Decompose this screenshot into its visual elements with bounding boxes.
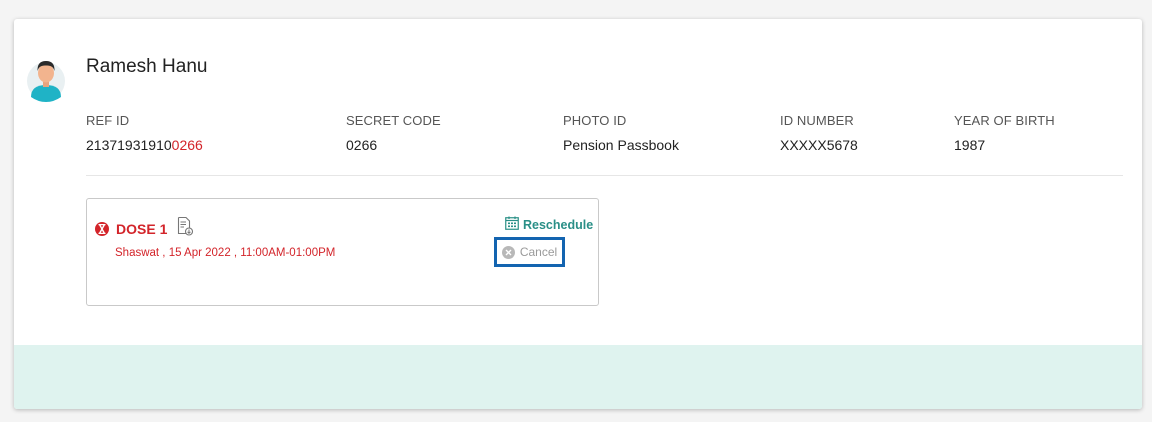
avatar	[26, 47, 66, 103]
cancel-button[interactable]: Cancel	[494, 237, 565, 267]
dose-details: Shaswat , 15 Apr 2022 , 11:00AM-01:00PM	[115, 247, 336, 259]
id-number-value: XXXXX5678	[780, 137, 858, 153]
photo-id-field: PHOTO ID Pension Passbook	[563, 113, 679, 153]
cancel-label: Cancel	[519, 245, 558, 259]
secret-code-label: SECRET CODE	[346, 113, 441, 128]
secret-code-value: 0266	[346, 137, 378, 153]
divider	[86, 175, 1123, 176]
year-of-birth-field: YEAR OF BIRTH 1987	[954, 113, 1055, 153]
ref-id-value: 213719319100266	[86, 137, 203, 153]
beneficiary-card: Ramesh Hanu REF ID 213719319100266 SECRE…	[14, 19, 1142, 409]
photo-id-value: Pension Passbook	[563, 137, 679, 153]
certificate-download-icon[interactable]	[177, 216, 194, 241]
dose-card: DOSE 1 Shaswat , 15 Apr 2022 , 11:00AM-0…	[86, 198, 599, 306]
dose-label: DOSE 1	[116, 220, 168, 237]
reschedule-button[interactable]: Reschedule	[505, 216, 593, 233]
id-number-label: ID NUMBER	[780, 113, 854, 128]
ref-id-prefix: 21371931910	[86, 137, 172, 153]
ref-id-label: REF ID	[86, 113, 130, 128]
ref-id-highlight: 0266	[171, 137, 203, 153]
card-footer	[14, 345, 1142, 409]
dose-title: DOSE 1	[95, 216, 194, 241]
close-circle-icon	[501, 245, 515, 259]
beneficiary-name: Ramesh Hanu	[86, 56, 208, 77]
calendar-icon	[505, 216, 519, 233]
id-number-field: ID NUMBER XXXXX5678	[780, 113, 858, 153]
photo-id-label: PHOTO ID	[563, 113, 627, 128]
year-of-birth-value: 1987	[954, 137, 986, 153]
hourglass-icon	[95, 221, 109, 236]
ref-id-field: REF ID 213719319100266	[86, 113, 203, 153]
reschedule-label: Reschedule	[523, 217, 594, 232]
secret-code-field: SECRET CODE 0266	[346, 113, 441, 153]
year-of-birth-label: YEAR OF BIRTH	[954, 113, 1055, 128]
